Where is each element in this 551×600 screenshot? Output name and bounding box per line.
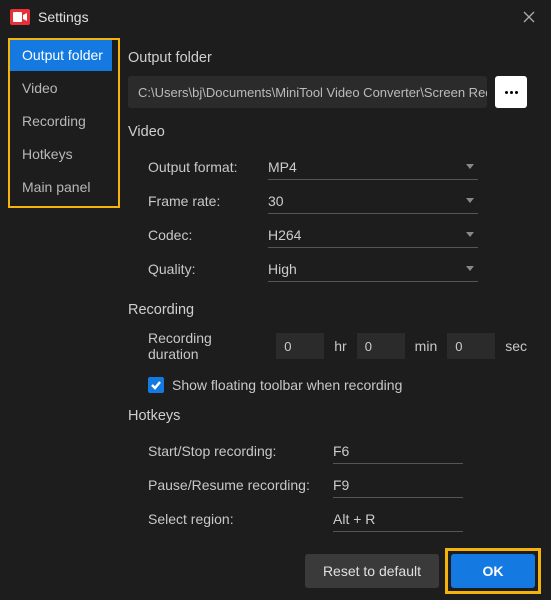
codec-dropdown[interactable]: H264 bbox=[268, 222, 478, 248]
codec-label: Codec: bbox=[148, 227, 268, 243]
app-icon bbox=[10, 9, 30, 25]
hotkey-row-start-stop: Start/Stop recording: F6 bbox=[148, 434, 527, 468]
body: Output folder Video Recording Hotkeys Ma… bbox=[0, 34, 551, 542]
chevron-down-icon bbox=[466, 198, 474, 203]
sidebar-item-label: Recording bbox=[22, 113, 86, 129]
section-title-hotkeys: Hotkeys bbox=[128, 408, 527, 424]
section-title-video: Video bbox=[128, 124, 527, 140]
dropdown-value: MP4 bbox=[268, 159, 297, 175]
dropdown-value: High bbox=[268, 261, 297, 277]
min-unit: min bbox=[415, 338, 438, 354]
hr-unit: hr bbox=[334, 338, 346, 354]
select-region-input[interactable]: Alt + R bbox=[333, 506, 463, 532]
sidebar-item-output-folder[interactable]: Output folder bbox=[8, 39, 112, 71]
hotkey-row-pause-resume: Pause/Resume recording: F9 bbox=[148, 468, 527, 502]
show-toolbar-checkbox[interactable] bbox=[148, 377, 164, 393]
sidebar-item-main-panel[interactable]: Main panel bbox=[8, 171, 112, 203]
recording-duration-row: Recording duration 0 hr 0 min 0 sec bbox=[148, 328, 527, 364]
field-output-format: Output format: MP4 bbox=[148, 150, 527, 184]
close-icon bbox=[523, 11, 535, 23]
settings-window: Settings Output folder Video Recording H… bbox=[0, 0, 551, 600]
start-stop-input[interactable]: F6 bbox=[333, 438, 463, 464]
frame-rate-dropdown[interactable]: 30 bbox=[268, 188, 478, 214]
duration-sec-input[interactable]: 0 bbox=[447, 333, 495, 359]
sidebar-item-video[interactable]: Video bbox=[8, 72, 112, 104]
chevron-down-icon bbox=[466, 164, 474, 169]
select-region-label: Select region: bbox=[148, 511, 333, 527]
output-format-dropdown[interactable]: MP4 bbox=[268, 154, 478, 180]
section-title-output-folder: Output folder bbox=[128, 50, 527, 66]
check-icon bbox=[150, 379, 162, 391]
duration-min-input[interactable]: 0 bbox=[357, 333, 405, 359]
browse-button[interactable] bbox=[495, 76, 527, 108]
content[interactable]: Output folder C:\Users\bj\Documents\Mini… bbox=[120, 34, 551, 542]
footer: Reset to default OK bbox=[0, 542, 551, 600]
titlebar: Settings bbox=[0, 0, 551, 34]
chevron-down-icon bbox=[466, 232, 474, 237]
section-title-recording: Recording bbox=[128, 302, 527, 318]
dropdown-value: 30 bbox=[268, 193, 284, 209]
sidebar-item-label: Output folder bbox=[22, 47, 103, 63]
close-button[interactable] bbox=[517, 5, 541, 29]
sidebar-item-label: Hotkeys bbox=[22, 146, 73, 162]
field-frame-rate: Frame rate: 30 bbox=[148, 184, 527, 218]
pause-resume-label: Pause/Resume recording: bbox=[148, 477, 333, 493]
field-quality: Quality: High bbox=[148, 252, 527, 286]
quality-dropdown[interactable]: High bbox=[268, 256, 478, 282]
show-toolbar-label: Show floating toolbar when recording bbox=[172, 377, 402, 393]
output-folder-path[interactable]: C:\Users\bj\Documents\MiniTool Video Con… bbox=[128, 76, 487, 108]
hotkey-row-select-region: Select region: Alt + R bbox=[148, 502, 527, 536]
show-toolbar-row: Show floating toolbar when recording bbox=[148, 370, 527, 400]
content-wrap: Output folder C:\Users\bj\Documents\Mini… bbox=[120, 34, 551, 542]
sidebar-item-hotkeys[interactable]: Hotkeys bbox=[8, 138, 112, 170]
hotkey-row-full-screen: Full screen: Alt + F bbox=[148, 536, 527, 542]
ok-button[interactable]: OK bbox=[451, 554, 535, 588]
dropdown-value: H264 bbox=[268, 227, 301, 243]
quality-label: Quality: bbox=[148, 261, 268, 277]
output-folder-row: C:\Users\bj\Documents\MiniTool Video Con… bbox=[128, 76, 527, 108]
sidebar-item-label: Main panel bbox=[22, 179, 91, 195]
sidebar-item-label: Video bbox=[22, 80, 58, 96]
reset-to-default-button[interactable]: Reset to default bbox=[305, 554, 439, 588]
field-codec: Codec: H264 bbox=[148, 218, 527, 252]
sidebar-item-recording[interactable]: Recording bbox=[8, 105, 112, 137]
recording-duration-label: Recording duration bbox=[148, 330, 266, 362]
sidebar: Output folder Video Recording Hotkeys Ma… bbox=[0, 34, 120, 542]
ellipsis-icon bbox=[505, 91, 518, 94]
full-screen-input[interactable]: Alt + F bbox=[333, 540, 463, 542]
sec-unit: sec bbox=[505, 338, 527, 354]
frame-rate-label: Frame rate: bbox=[148, 193, 268, 209]
path-text: C:\Users\bj\Documents\MiniTool Video Con… bbox=[138, 85, 487, 100]
pause-resume-input[interactable]: F9 bbox=[333, 472, 463, 498]
chevron-down-icon bbox=[466, 266, 474, 271]
window-title: Settings bbox=[38, 9, 517, 25]
start-stop-label: Start/Stop recording: bbox=[148, 443, 333, 459]
duration-hr-input[interactable]: 0 bbox=[276, 333, 324, 359]
output-format-label: Output format: bbox=[148, 159, 268, 175]
